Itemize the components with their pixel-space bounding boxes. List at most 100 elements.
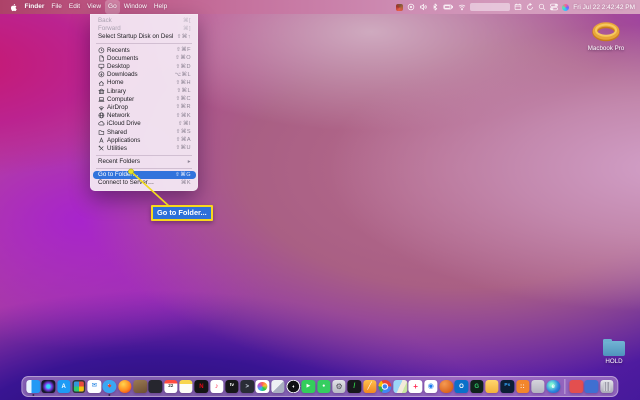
menu-edit[interactable]: Edit — [65, 0, 83, 14]
dock-finder[interactable] — [26, 380, 40, 394]
dock-pages[interactable]: ╱ — [363, 380, 377, 394]
dock-news[interactable]: ◉ — [424, 380, 438, 394]
menu-item-desktop[interactable]: Desktop⇧⌘D — [90, 62, 198, 70]
menu-file[interactable]: File — [48, 0, 65, 14]
dock-brown-app[interactable] — [133, 380, 147, 394]
menu-item-recents[interactable]: Recents⇧⌘F — [90, 46, 198, 54]
calendar-icon[interactable] — [514, 3, 522, 11]
dock-netflix[interactable]: N — [195, 380, 209, 394]
desktop-icon-macbook-pro[interactable]: Macbook Pro — [578, 22, 634, 52]
menu-item-go-to-folder[interactable]: Go to Folder…⇧⌘G — [93, 171, 196, 179]
spotlight-icon[interactable] — [538, 3, 546, 11]
volume-icon[interactable] — [419, 3, 427, 11]
dock-terminal[interactable]: > — [241, 380, 255, 394]
dock: A ✉ ◆ 22 N ♪ tv > ▶ ● ⚙ / ╱ + ◉ O G Ps :… — [21, 376, 618, 397]
dock-clock-app[interactable] — [286, 380, 300, 394]
dock-apple-tv[interactable]: tv — [225, 380, 239, 394]
menu-separator — [96, 168, 192, 169]
dock-stack-red[interactable] — [570, 380, 584, 394]
shared-folder-icon — [98, 129, 107, 136]
menu-item-airdrop[interactable]: AirDrop⇧⌘R — [90, 103, 198, 111]
hidden-status-item[interactable] — [470, 3, 510, 11]
document-icon — [98, 55, 107, 62]
dock-stocks[interactable]: / — [348, 380, 362, 394]
menu-item-connect-to-server[interactable]: Connect to Server…⌘K — [90, 179, 198, 187]
icloud-icon — [98, 120, 107, 127]
location-icon[interactable] — [407, 3, 415, 11]
dock-green-g-app[interactable]: G — [470, 380, 484, 394]
folder-icon — [603, 341, 625, 356]
dock-facetime[interactable]: ▶ — [302, 380, 316, 394]
submenu-chevron-icon: ▸ — [188, 159, 191, 165]
dock-photos[interactable] — [256, 380, 270, 394]
dock-system-preferences[interactable]: ⚙ — [332, 380, 346, 394]
airdrop-icon — [98, 104, 107, 111]
dock-edge[interactable]: e — [546, 380, 560, 394]
app-icon[interactable] — [396, 4, 403, 11]
menubar: Finder File Edit View Go Window Help Fri… — [0, 0, 640, 14]
dock-outlook[interactable]: O — [455, 380, 469, 394]
menubar-clock[interactable]: Fri Jul 22 2:42:42 PM — [573, 4, 635, 11]
dock-chrome[interactable] — [378, 380, 392, 394]
dock-messages[interactable]: ● — [317, 380, 331, 394]
menu-item-home[interactable]: Home⇧⌘H — [90, 79, 198, 87]
dock-app-store[interactable]: A — [57, 380, 71, 394]
desktop-icon-hold-folder[interactable]: HOLD — [592, 338, 636, 365]
dock-dark-app[interactable] — [149, 380, 163, 394]
menu-item-network[interactable]: Network⇧⌘K — [90, 112, 198, 120]
menu-item-applications[interactable]: Applications⇧⌘A — [90, 136, 198, 144]
wifi-icon[interactable] — [458, 3, 466, 11]
sync-icon[interactable] — [526, 3, 534, 11]
dock-mail[interactable]: ✉ — [88, 380, 102, 394]
menu-view[interactable]: View — [84, 0, 105, 14]
dock-calendar[interactable]: 22 — [164, 380, 178, 394]
dock-photoshop[interactable]: Ps — [501, 380, 515, 394]
dock-separator — [564, 379, 565, 394]
dock-maps[interactable] — [393, 380, 407, 394]
network-icon — [98, 112, 107, 119]
download-icon — [98, 71, 107, 78]
menu-item-downloads[interactable]: Downloads⌥⌘L — [90, 71, 198, 79]
dock-notes[interactable] — [179, 380, 193, 394]
menu-item-documents[interactable]: Documents⇧⌘O — [90, 54, 198, 62]
menu-finder[interactable]: Finder — [21, 0, 48, 14]
dock-trash[interactable] — [600, 380, 614, 394]
home-icon — [98, 80, 107, 87]
menubar-status: Fri Jul 22 2:42:42 PM — [396, 0, 640, 14]
menu-item-library[interactable]: Library⇧⌘L — [90, 87, 198, 95]
menu-item-computer[interactable]: Computer⇧⌘C — [90, 95, 198, 103]
menu-help[interactable]: Help — [150, 0, 170, 14]
utilities-icon — [98, 145, 107, 152]
dock-basketball-app[interactable] — [439, 380, 453, 394]
dock-health[interactable]: + — [409, 380, 423, 394]
dock-orange-app[interactable]: :: — [516, 380, 530, 394]
dock-music[interactable]: ♪ — [210, 380, 224, 394]
dock-launchpad[interactable] — [72, 380, 86, 394]
go-menu-dropdown: Back⌘[ Forward⌘] Select Startup Disk on … — [90, 14, 198, 191]
computer-icon — [98, 96, 107, 103]
menu-item-select-startup-disk[interactable]: Select Startup Disk on Desktop⇧⌘↑ — [90, 33, 198, 41]
menu-item-recent-folders[interactable]: Recent Folders▸ — [90, 158, 198, 166]
battery-icon[interactable] — [443, 3, 454, 11]
dock-preview[interactable] — [271, 380, 285, 394]
dock-firefox[interactable] — [118, 380, 132, 394]
control-center-icon[interactable] — [550, 3, 558, 11]
menu-item-shared[interactable]: Shared⇧⌘S — [90, 128, 198, 136]
apple-menu[interactable] — [6, 3, 21, 12]
menu-separator — [96, 155, 192, 156]
dock-stack-blue[interactable] — [585, 380, 599, 394]
siri-icon[interactable] — [562, 4, 569, 11]
menu-item-back[interactable]: Back⌘[ — [90, 17, 198, 25]
menu-item-icloud-drive[interactable]: iCloud Drive⇧⌘I — [90, 120, 198, 128]
dock-files[interactable] — [485, 380, 499, 394]
clock-icon — [98, 47, 107, 54]
menu-item-utilities[interactable]: Utilities⇧⌘U — [90, 144, 198, 152]
menu-go[interactable]: Go — [105, 0, 121, 14]
dock-siri[interactable] — [42, 380, 56, 394]
dock-printer-app[interactable] — [531, 380, 545, 394]
menu-window[interactable]: Window — [120, 0, 150, 14]
dock-safari[interactable]: ◆ — [103, 380, 117, 394]
bluetooth-icon[interactable] — [431, 3, 439, 11]
menu-item-forward[interactable]: Forward⌘] — [90, 25, 198, 33]
library-icon — [98, 88, 107, 95]
